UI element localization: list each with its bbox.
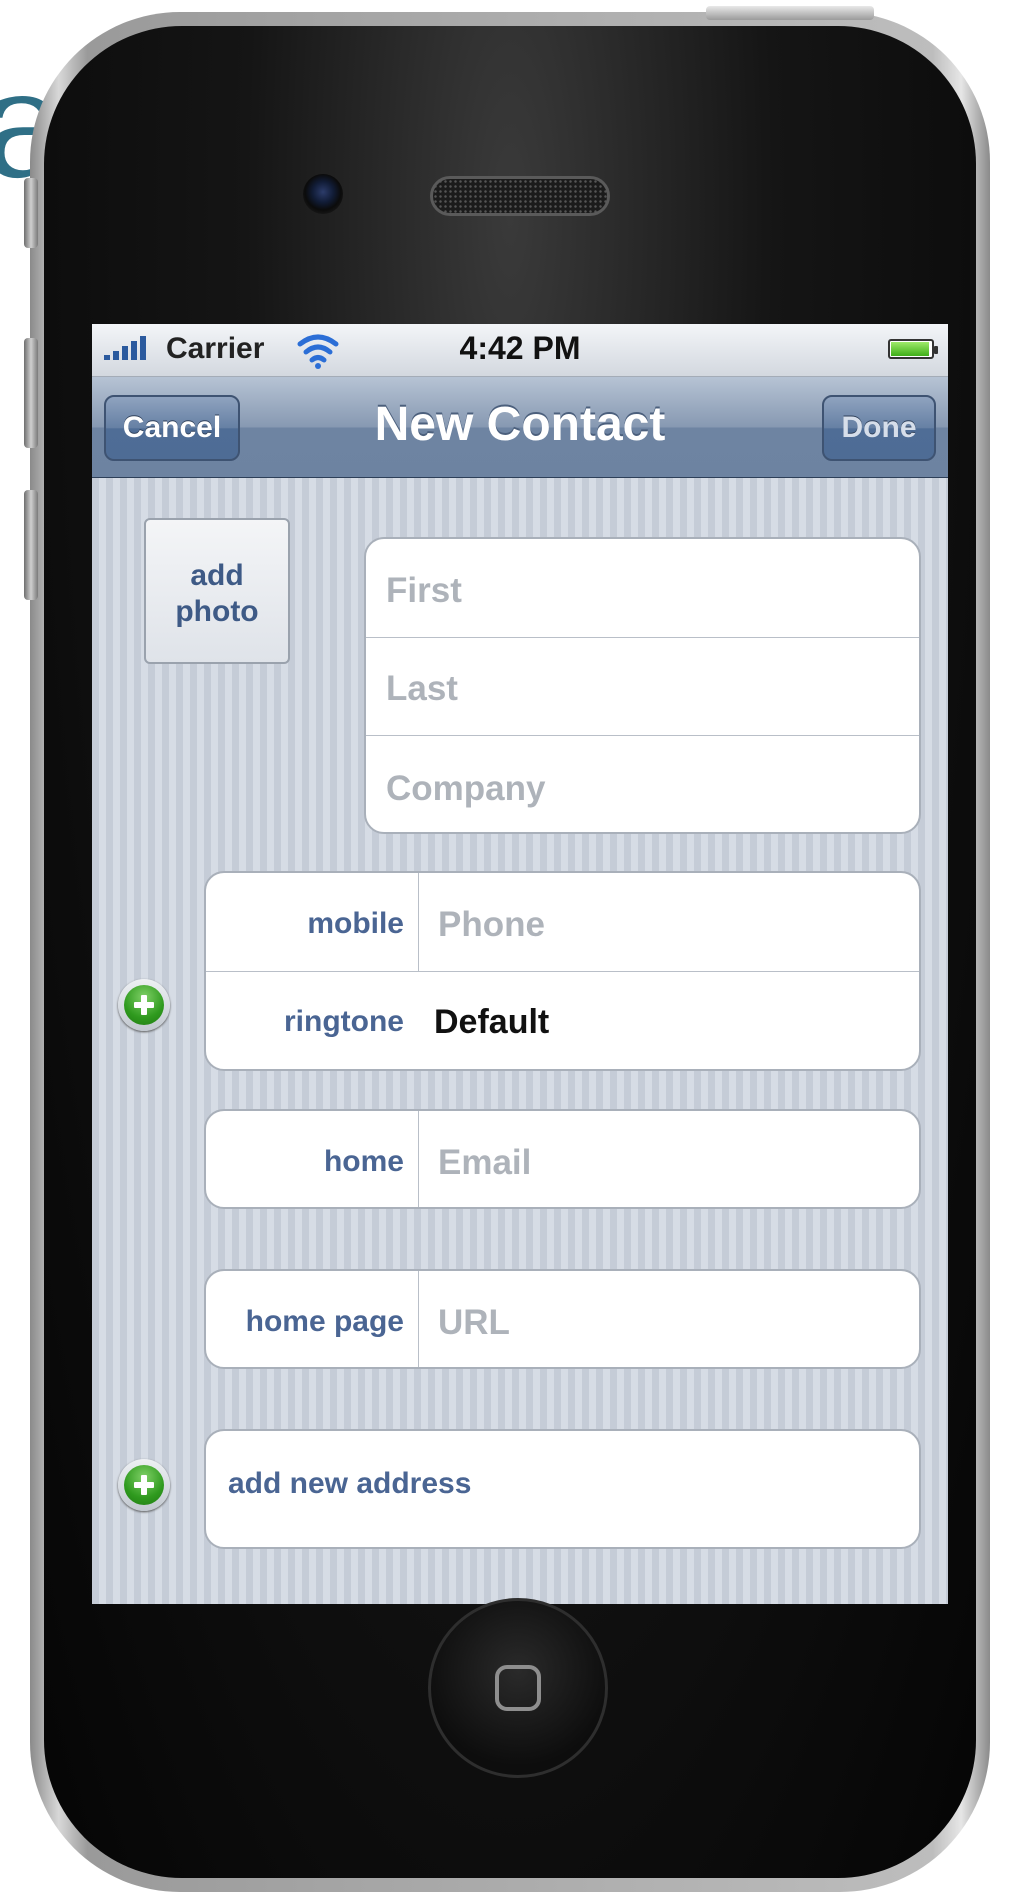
company-field[interactable]: Company [366, 735, 919, 832]
volume-down-button [24, 490, 38, 600]
ringtone-value: Default [434, 1003, 550, 1041]
email-placeholder: Email [438, 1143, 532, 1182]
front-camera [303, 174, 343, 214]
ringtone-label: ringtone [284, 1005, 404, 1038]
add-photo-line-2: photo [175, 595, 259, 628]
page-title: New Contact [374, 398, 666, 451]
add-address-label: add new address [228, 1467, 472, 1500]
mute-switch [24, 178, 38, 248]
last-name-field[interactable]: Last [366, 637, 919, 736]
name-fields-group: First Last Company [364, 537, 921, 834]
home-button[interactable] [428, 1598, 608, 1778]
add-phone-icon[interactable] [118, 979, 170, 1031]
first-name-field[interactable]: First [366, 539, 919, 638]
email-row[interactable]: home Email [206, 1111, 919, 1207]
phone-type-label[interactable]: mobile [206, 907, 404, 941]
email-group: home Email [204, 1109, 921, 1209]
earpiece-speaker [430, 176, 610, 216]
status-time: 4:42 PM [459, 330, 581, 366]
done-button[interactable]: Done [822, 395, 936, 461]
navigation-bar: Cancel New Contact Done [92, 377, 948, 478]
volume-up-button [24, 338, 38, 448]
url-row[interactable]: home page URL [206, 1271, 919, 1367]
first-name-placeholder: First [386, 571, 462, 610]
address-group[interactable]: add new address [204, 1429, 921, 1549]
url-group: home page URL [204, 1269, 921, 1369]
ringtone-row[interactable]: ringtone Default [206, 971, 919, 1069]
battery-level [891, 342, 929, 356]
screen: Carrier 4:42 PM Cancel New Contact Done … [92, 324, 948, 1604]
url-placeholder: URL [438, 1303, 510, 1342]
phone-group: mobile Phone ringtone Default [204, 871, 921, 1071]
sleep-button [706, 6, 874, 20]
company-placeholder: Company [386, 769, 546, 808]
url-type-label[interactable]: home page [206, 1305, 404, 1339]
home-square-icon [495, 1665, 541, 1711]
status-bar: Carrier 4:42 PM [92, 324, 948, 377]
add-address-icon[interactable] [118, 1459, 170, 1511]
phone-placeholder: Phone [438, 905, 545, 944]
phone-row[interactable]: mobile Phone [206, 873, 919, 972]
add-photo-button[interactable]: add photo [144, 518, 290, 664]
battery-icon [888, 339, 938, 359]
email-type-label[interactable]: home [206, 1145, 404, 1179]
last-name-placeholder: Last [386, 669, 458, 708]
add-photo-line-1: add [190, 559, 244, 592]
